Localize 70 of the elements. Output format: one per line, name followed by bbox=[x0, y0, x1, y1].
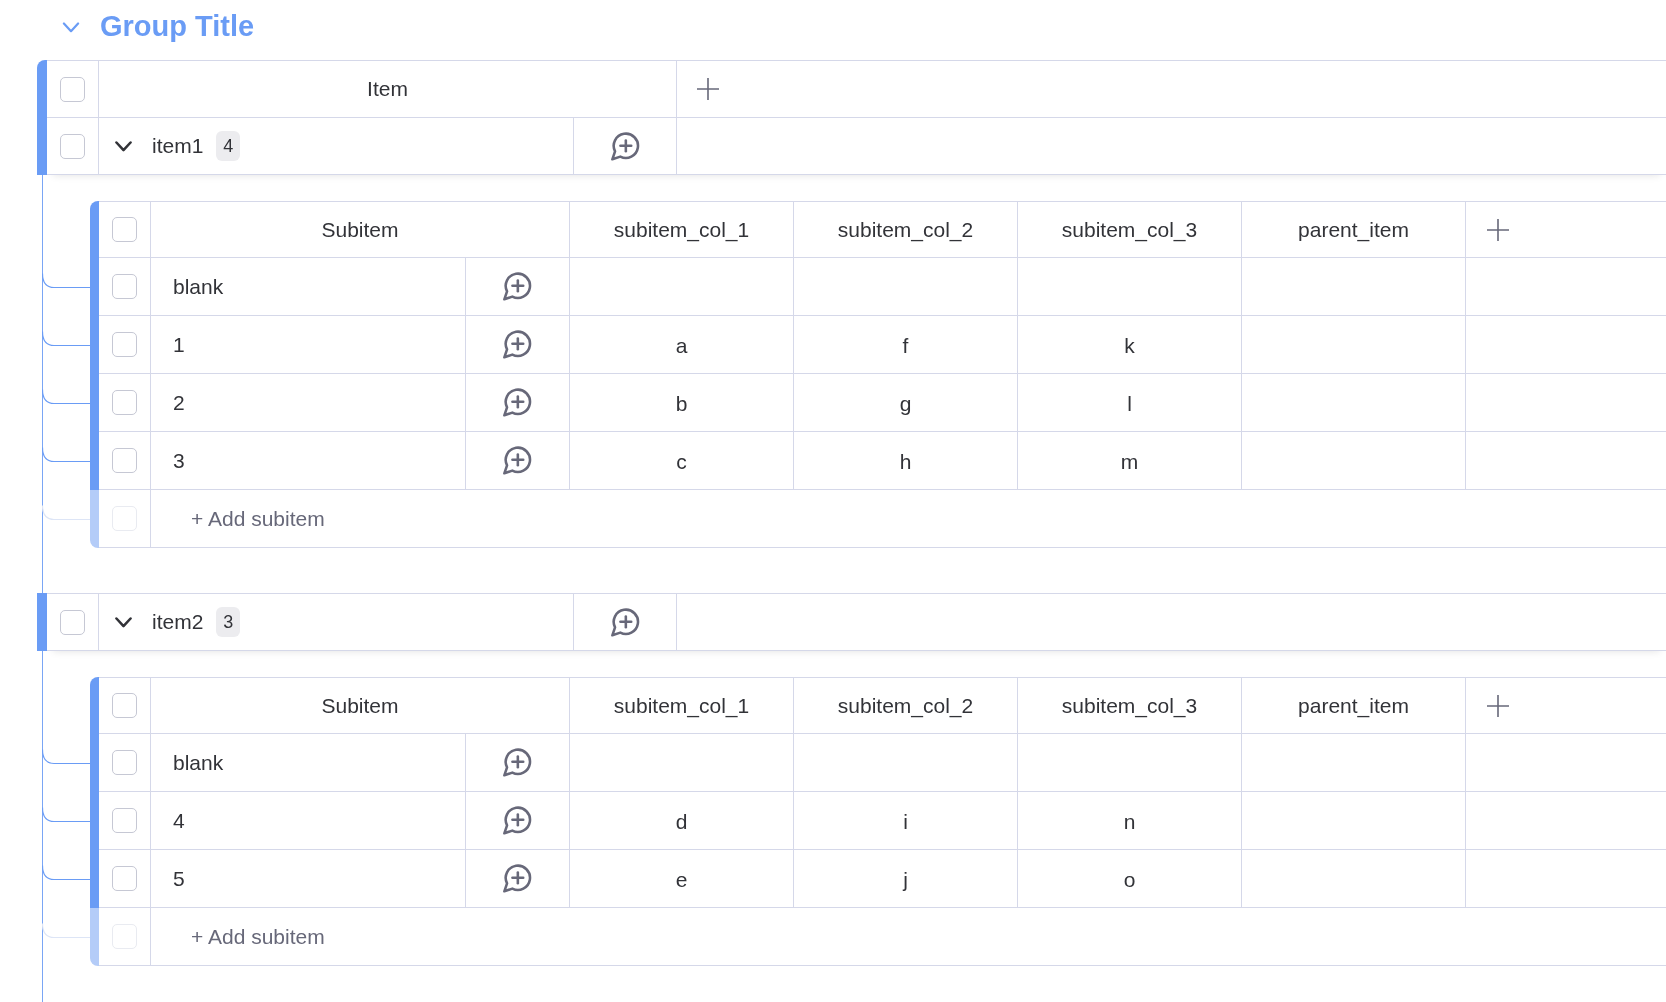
color-bar bbox=[90, 908, 99, 966]
speech-bubble-plus-icon[interactable] bbox=[503, 748, 532, 777]
subitem-name: 3 bbox=[173, 447, 185, 474]
checkbox[interactable] bbox=[112, 217, 137, 242]
color-bar bbox=[90, 490, 99, 548]
checkbox[interactable] bbox=[112, 693, 137, 718]
table-cell: l bbox=[1018, 374, 1242, 431]
color-bar bbox=[37, 60, 47, 117]
column-header: subitem_col_1 bbox=[570, 678, 794, 733]
checkbox[interactable] bbox=[60, 76, 85, 102]
speech-bubble-plus-icon[interactable] bbox=[503, 806, 532, 835]
subitem-name: 4 bbox=[173, 807, 185, 834]
chevron-icon[interactable] bbox=[115, 616, 132, 628]
table-cell: c bbox=[570, 432, 794, 489]
subitem-count: 4 bbox=[216, 131, 241, 161]
column-header: Subitem bbox=[151, 202, 570, 257]
subitem-name: 2 bbox=[173, 389, 185, 416]
table-cell: d bbox=[570, 792, 794, 849]
checkbox[interactable] bbox=[112, 332, 137, 357]
plus-icon[interactable] bbox=[1487, 218, 1509, 241]
table-cell: j bbox=[794, 850, 1018, 907]
subitem-name: 1 bbox=[173, 331, 185, 358]
plus-icon[interactable] bbox=[1487, 694, 1509, 717]
subitem-name: blank bbox=[173, 273, 224, 300]
speech-bubble-plus-icon[interactable] bbox=[503, 864, 532, 893]
plus-icon[interactable] bbox=[697, 78, 719, 100]
table-cell: a bbox=[570, 316, 794, 373]
table-cell: i bbox=[794, 792, 1018, 849]
subitem-name: 5 bbox=[173, 865, 185, 892]
chevron-icon[interactable] bbox=[115, 140, 132, 152]
table-cell: o bbox=[1018, 850, 1242, 907]
checkbox[interactable] bbox=[112, 750, 137, 775]
subitem-count: 3 bbox=[216, 607, 241, 637]
color-bar bbox=[90, 677, 99, 734]
column-header: subitem_col_3 bbox=[1018, 202, 1242, 257]
speech-bubble-plus-icon[interactable] bbox=[610, 131, 640, 161]
column-header: parent_item bbox=[1242, 202, 1466, 257]
column-header: subitem_col_3 bbox=[1018, 678, 1242, 733]
checkbox[interactable] bbox=[112, 448, 137, 473]
column-header: subitem_col_2 bbox=[794, 678, 1018, 733]
checkbox[interactable] bbox=[60, 133, 85, 159]
table-cell: e bbox=[570, 850, 794, 907]
color-bar bbox=[37, 593, 47, 651]
subitem-name: blank bbox=[173, 749, 224, 776]
color-bar bbox=[37, 117, 47, 175]
column-header: parent_item bbox=[1242, 678, 1466, 733]
checkbox[interactable] bbox=[112, 808, 137, 833]
checkbox[interactable] bbox=[112, 866, 137, 891]
group-title: Group Title bbox=[100, 9, 255, 45]
item-name: item1 bbox=[152, 133, 204, 160]
speech-bubble-plus-icon[interactable] bbox=[503, 272, 532, 301]
table-cell: h bbox=[794, 432, 1018, 489]
column-header: subitem_col_2 bbox=[794, 202, 1018, 257]
column-header: subitem_col_1 bbox=[570, 202, 794, 257]
checkbox[interactable] bbox=[112, 390, 137, 415]
color-bar bbox=[90, 201, 99, 258]
checkbox[interactable] bbox=[60, 609, 85, 635]
checkbox[interactable] bbox=[112, 274, 137, 299]
table-cell: b bbox=[570, 374, 794, 431]
speech-bubble-plus-icon[interactable] bbox=[610, 607, 640, 637]
speech-bubble-plus-icon[interactable] bbox=[503, 388, 532, 417]
table-cell: f bbox=[794, 316, 1018, 373]
table-cell: g bbox=[794, 374, 1018, 431]
item-name: item2 bbox=[152, 609, 204, 636]
table-cell: k bbox=[1018, 316, 1242, 373]
speech-bubble-plus-icon[interactable] bbox=[503, 446, 532, 475]
column-header: Subitem bbox=[151, 678, 570, 733]
table-cell: m bbox=[1018, 432, 1242, 489]
table-cell: n bbox=[1018, 792, 1242, 849]
speech-bubble-plus-icon[interactable] bbox=[503, 330, 532, 359]
